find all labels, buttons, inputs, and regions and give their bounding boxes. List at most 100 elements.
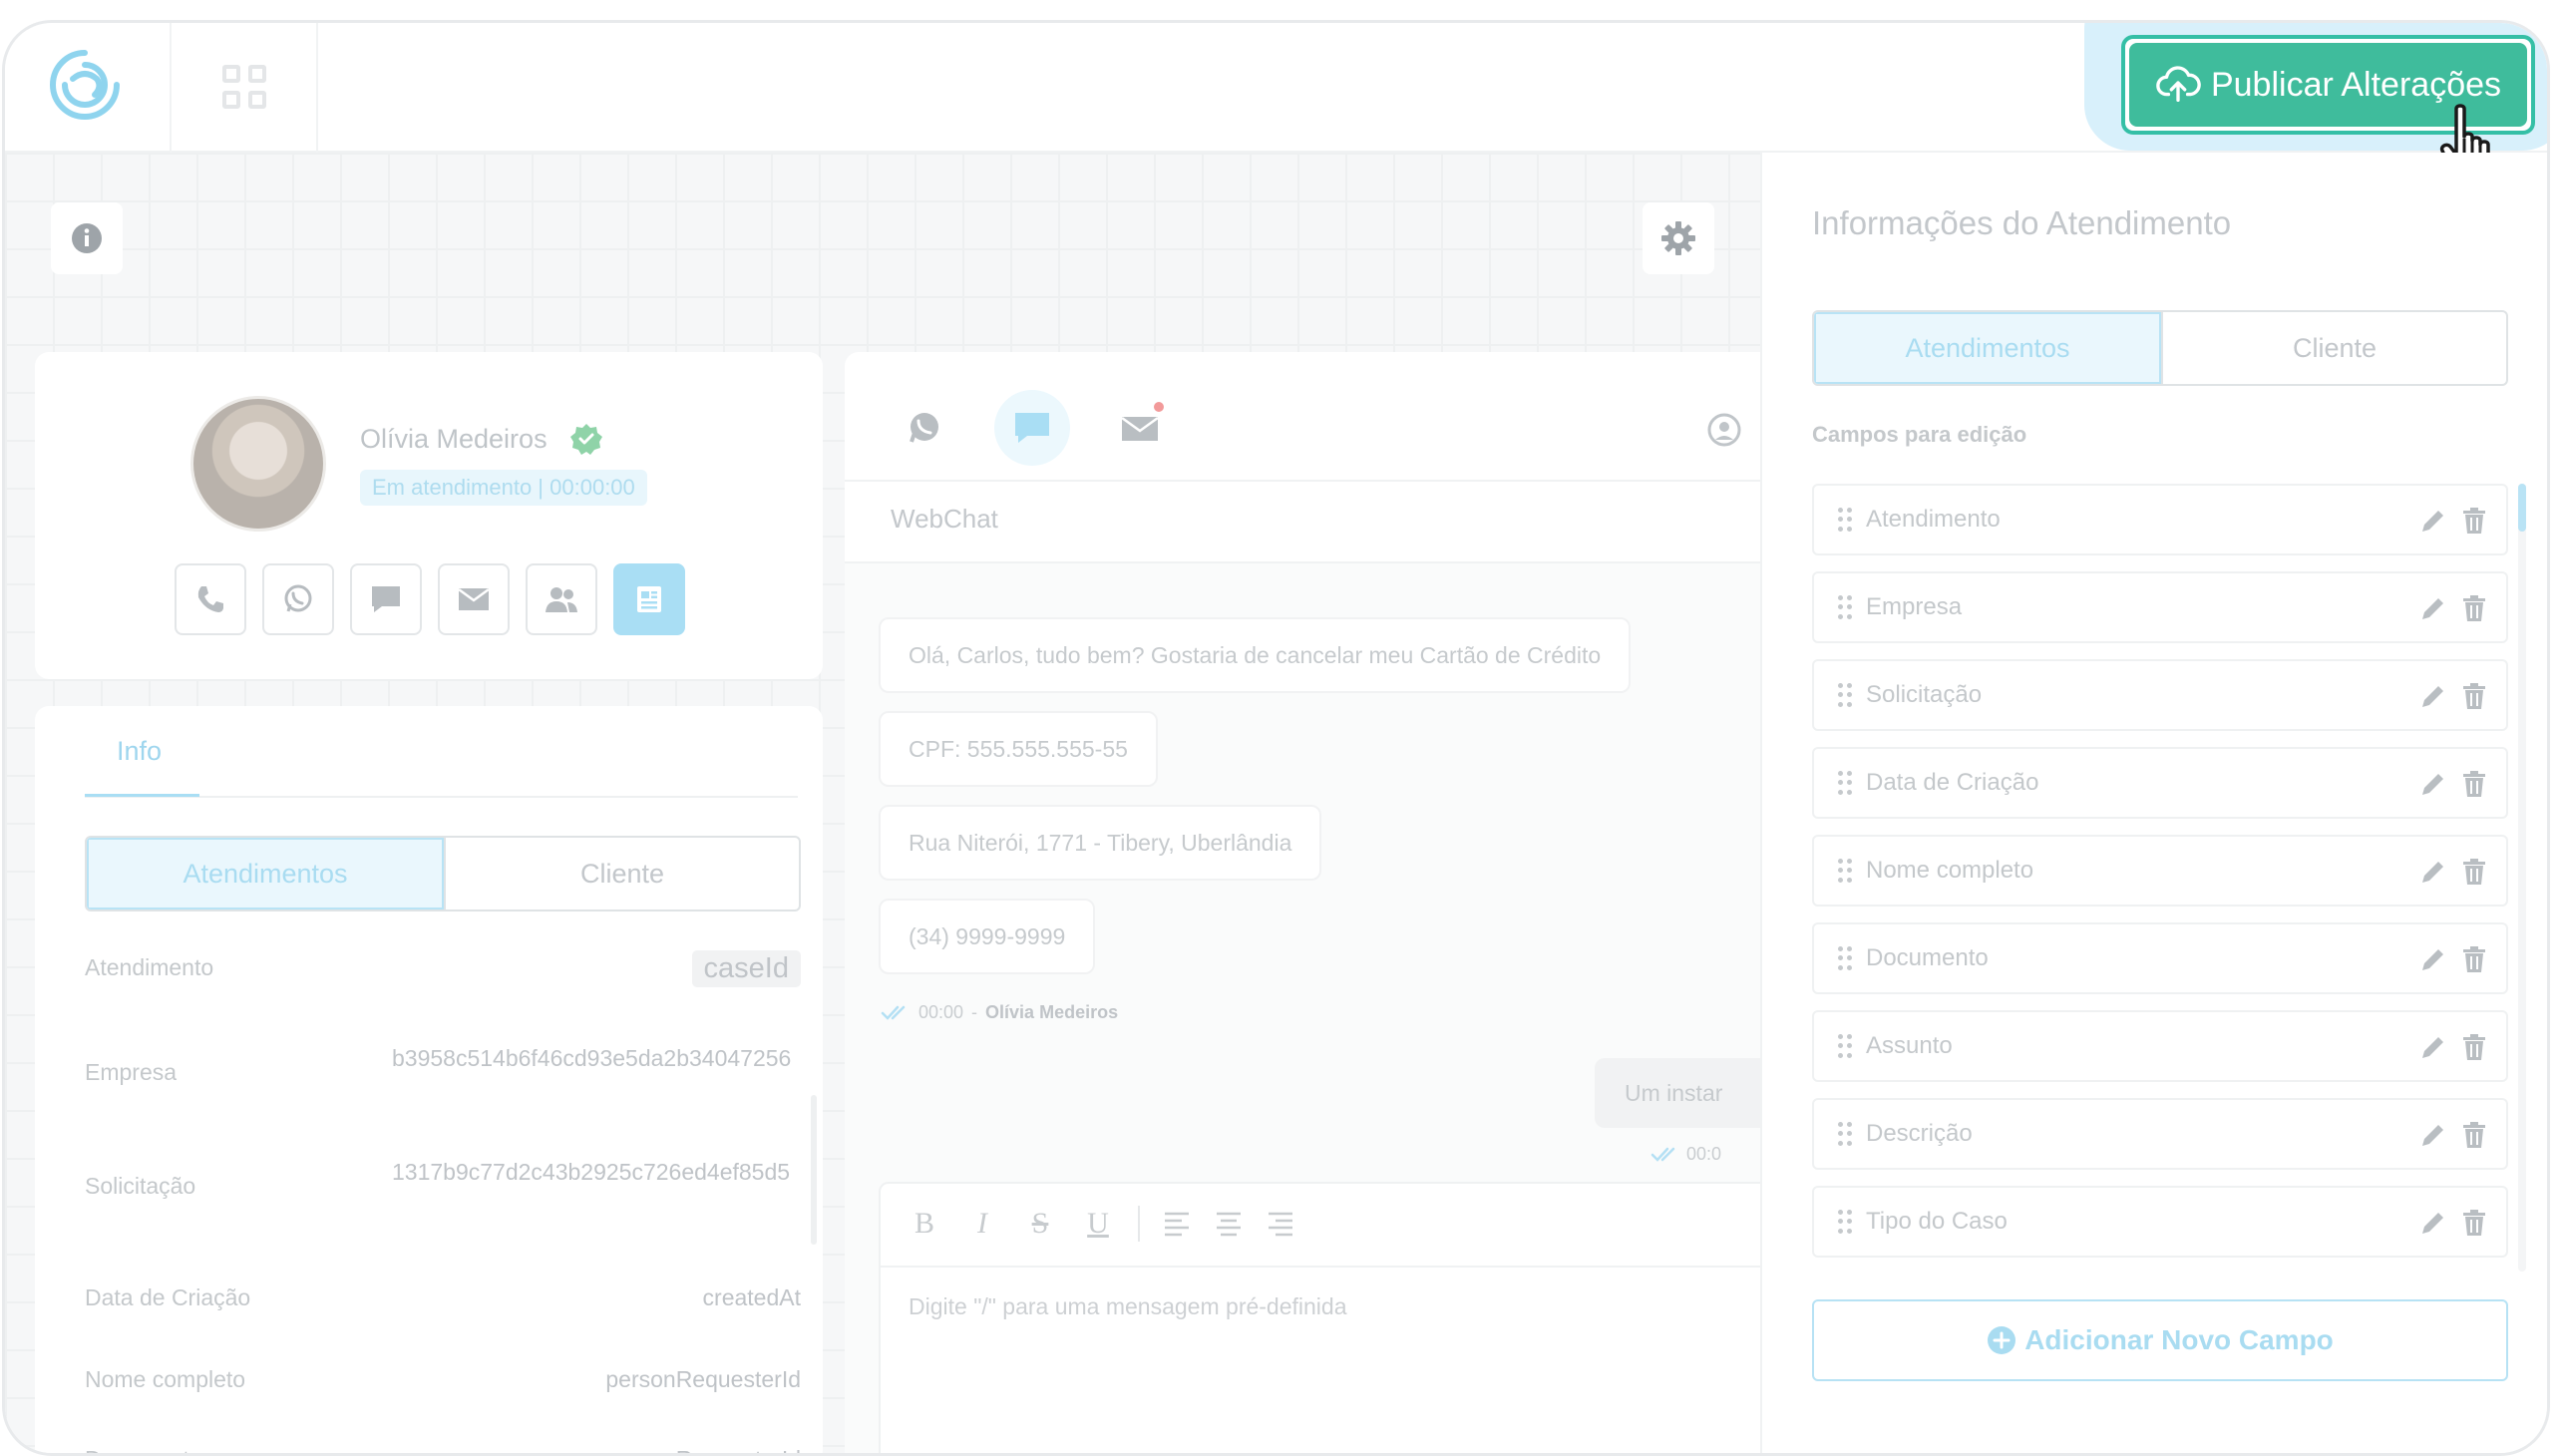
details-segmented-control: Atendimentos Cliente bbox=[85, 836, 801, 911]
segment-atendimentos[interactable]: Atendimentos bbox=[87, 838, 444, 910]
trash-icon[interactable] bbox=[2460, 769, 2488, 799]
message-bubble: Olá, Carlos, tudo bem? Gostaria de cance… bbox=[879, 617, 1632, 693]
pencil-icon[interactable] bbox=[2418, 1032, 2448, 1062]
trash-icon[interactable] bbox=[2460, 1208, 2488, 1238]
chat-icon bbox=[1015, 413, 1049, 443]
trash-icon[interactable] bbox=[2460, 1032, 2488, 1062]
email-button[interactable] bbox=[438, 563, 510, 635]
call-button[interactable] bbox=[175, 563, 246, 635]
italic-button[interactable]: I bbox=[964, 1207, 1000, 1241]
drag-handle-icon[interactable] bbox=[1838, 595, 1852, 619]
info-button[interactable] bbox=[51, 202, 123, 274]
field-row[interactable]: Tipo do Caso bbox=[1812, 1186, 2508, 1258]
drag-handle-icon[interactable] bbox=[1838, 946, 1852, 970]
pencil-icon[interactable] bbox=[2418, 1120, 2448, 1150]
headset-icon[interactable] bbox=[1706, 412, 1742, 448]
drag-handle-icon[interactable] bbox=[1838, 683, 1852, 707]
bold-button[interactable]: B bbox=[907, 1207, 942, 1241]
pencil-icon[interactable] bbox=[2418, 681, 2448, 711]
trash-icon[interactable] bbox=[2460, 506, 2488, 536]
pencil-icon[interactable] bbox=[2418, 506, 2448, 536]
align-center-icon[interactable] bbox=[1214, 1210, 1244, 1238]
field-name: Nome completo bbox=[1866, 857, 2034, 884]
cloud-upload-icon bbox=[2156, 66, 2201, 103]
divider bbox=[881, 1266, 1774, 1268]
detail-value: caseId bbox=[691, 950, 801, 987]
field-row[interactable]: Nome completo bbox=[1812, 835, 2508, 907]
field-row[interactable]: Solicitação bbox=[1812, 659, 2508, 731]
pencil-icon[interactable] bbox=[2418, 593, 2448, 623]
contacts-button[interactable] bbox=[526, 563, 597, 635]
plus-circle-icon bbox=[1988, 1326, 2016, 1354]
field-row[interactable]: Documento bbox=[1812, 922, 2508, 994]
segment-cliente[interactable]: Cliente bbox=[444, 838, 799, 910]
drag-handle-icon[interactable] bbox=[1838, 1034, 1852, 1058]
scrollbar-thumb[interactable] bbox=[2518, 484, 2526, 532]
message-editor: B I S U Digite "/" para uma mensagem pré… bbox=[879, 1182, 1776, 1453]
detail-label: Solicitação bbox=[85, 1173, 196, 1199]
settings-button[interactable] bbox=[1643, 202, 1714, 274]
field-row[interactable]: Atendimento bbox=[1812, 484, 2508, 555]
webchat-button[interactable] bbox=[350, 563, 422, 635]
field-row[interactable]: Assunto bbox=[1812, 1010, 2508, 1082]
align-left-icon[interactable] bbox=[1162, 1210, 1192, 1238]
segment-atendimentos[interactable]: Atendimentos bbox=[1814, 312, 2161, 384]
trash-icon[interactable] bbox=[2460, 1120, 2488, 1150]
trash-icon[interactable] bbox=[2460, 944, 2488, 974]
detail-value: createdAt bbox=[702, 1284, 801, 1310]
add-field-button[interactable]: Adicionar Novo Campo bbox=[1812, 1299, 2508, 1381]
field-name: Solicitação bbox=[1866, 681, 1983, 708]
users-icon bbox=[546, 587, 577, 612]
whatsapp-icon bbox=[284, 584, 312, 612]
logo-icon[interactable] bbox=[45, 45, 125, 125]
details-button[interactable] bbox=[613, 563, 685, 635]
gear-icon bbox=[1661, 221, 1695, 255]
field-row[interactable]: Data de Criação bbox=[1812, 747, 2508, 819]
trash-icon[interactable] bbox=[2460, 593, 2488, 623]
align-right-icon[interactable] bbox=[1266, 1210, 1295, 1238]
underline-button[interactable]: U bbox=[1080, 1207, 1116, 1241]
tab-whatsapp[interactable] bbox=[887, 390, 962, 466]
apps-grid-icon[interactable] bbox=[222, 65, 266, 109]
detail-label: Documento bbox=[85, 1446, 202, 1453]
strikethrough-button[interactable]: S bbox=[1022, 1207, 1058, 1241]
field-row[interactable]: Empresa bbox=[1812, 571, 2508, 643]
detail-value: b3958c514b6f46cd93e5da2b34047256 bbox=[392, 1045, 792, 1071]
field-list-scrollbar[interactable] bbox=[2518, 484, 2526, 1272]
channel-title: WebChat bbox=[891, 504, 998, 534]
tab-active-indicator bbox=[85, 794, 199, 797]
field-name: Atendimento bbox=[1866, 506, 2001, 533]
double-check-icon bbox=[881, 1005, 906, 1020]
field-row[interactable]: Descrição bbox=[1812, 1098, 2508, 1170]
details-scrollbar[interactable] bbox=[811, 1095, 817, 1245]
outgoing-meta: 00:0 bbox=[1650, 1144, 1721, 1165]
trash-icon[interactable] bbox=[2460, 857, 2488, 887]
pencil-icon[interactable] bbox=[2418, 1208, 2448, 1238]
tab-email[interactable] bbox=[1102, 390, 1178, 466]
drag-handle-icon[interactable] bbox=[1838, 1210, 1852, 1234]
field-name: Documento bbox=[1866, 944, 1989, 971]
message-bubble: (34) 9999-9999 bbox=[879, 899, 1096, 974]
top-bar: Publicar Alterações bbox=[5, 23, 2547, 181]
detail-label: Empresa bbox=[85, 1059, 178, 1085]
document-icon bbox=[637, 586, 661, 612]
whatsapp-icon bbox=[910, 413, 938, 443]
detail-label: Data de Criação bbox=[85, 1284, 251, 1310]
double-check-icon bbox=[1650, 1147, 1675, 1162]
pencil-icon[interactable] bbox=[2418, 944, 2448, 974]
chat-icon bbox=[372, 586, 400, 612]
segment-cliente[interactable]: Cliente bbox=[2161, 312, 2506, 384]
drag-handle-icon[interactable] bbox=[1838, 859, 1852, 883]
tab-webchat[interactable] bbox=[994, 390, 1070, 466]
panel-segmented-control: Atendimentos Cliente bbox=[1812, 310, 2508, 386]
drag-handle-icon[interactable] bbox=[1838, 771, 1852, 795]
pencil-icon[interactable] bbox=[2418, 769, 2448, 799]
drag-handle-icon[interactable] bbox=[1838, 1122, 1852, 1146]
section-label: Campos para edição bbox=[1812, 422, 2027, 447]
drag-handle-icon[interactable] bbox=[1838, 508, 1852, 532]
pencil-icon[interactable] bbox=[2418, 857, 2448, 887]
trash-icon[interactable] bbox=[2460, 681, 2488, 711]
tab-info[interactable]: Info bbox=[117, 736, 162, 767]
whatsapp-button[interactable] bbox=[262, 563, 334, 635]
message-input[interactable]: Digite "/" para uma mensagem pré-definid… bbox=[909, 1293, 1347, 1320]
